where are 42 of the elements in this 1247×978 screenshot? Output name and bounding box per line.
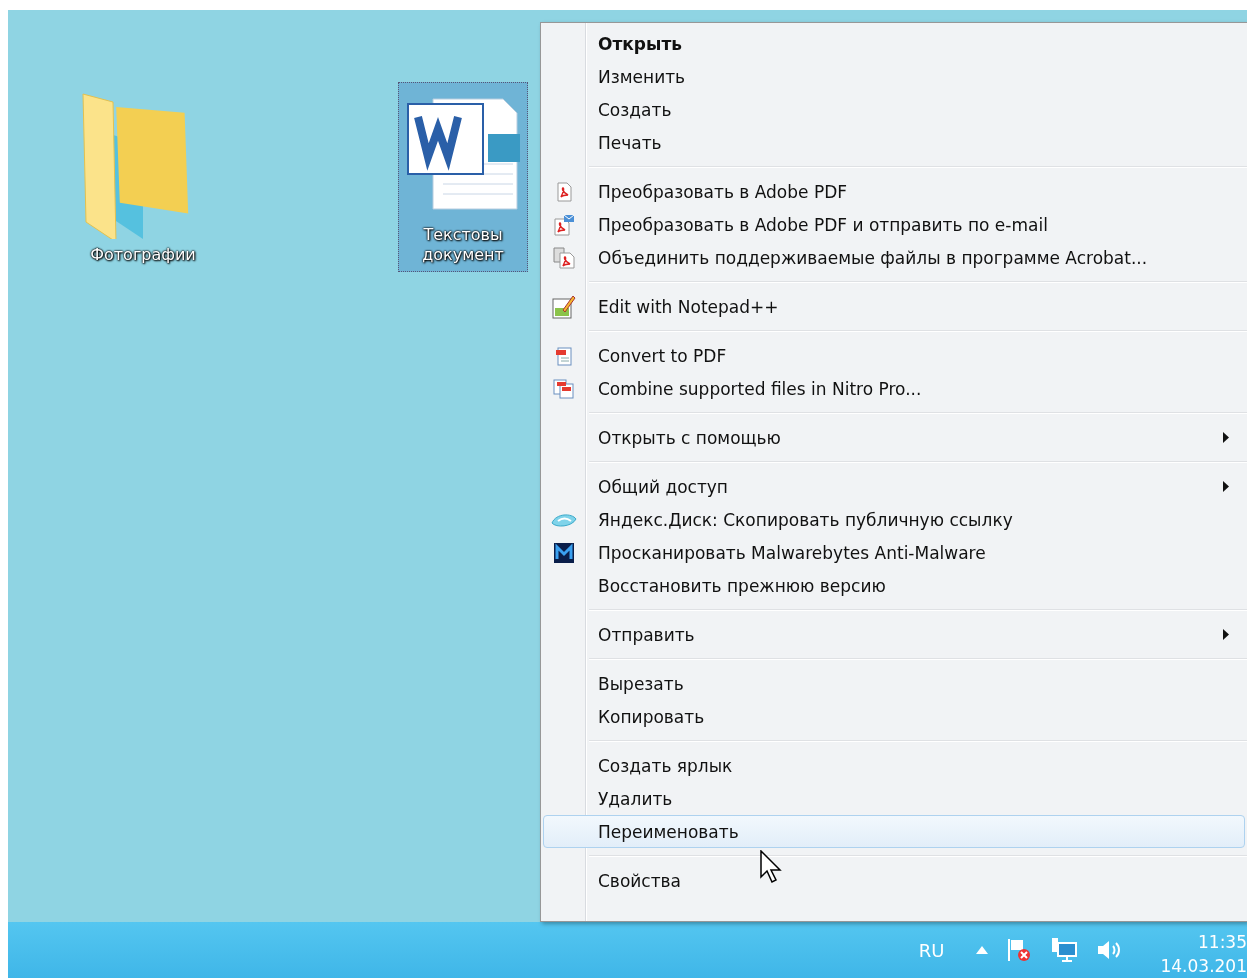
menu-item[interactable]: Изменить — [543, 60, 1245, 93]
menu-item[interactable]: Просканировать Malwarebytes Anti-Malware — [543, 536, 1245, 569]
menu-item[interactable]: Combine supported files in Nitro Pro... — [543, 372, 1245, 405]
pdf-document-icon — [554, 345, 574, 366]
speaker-icon[interactable] — [1096, 938, 1123, 962]
stacked-pdf-icon — [553, 246, 575, 269]
menu-item[interactable]: Преобразовать в Adobe PDF — [543, 175, 1245, 208]
menu-item[interactable]: Convert to PDF — [543, 339, 1245, 372]
menu-item[interactable]: Копировать — [543, 700, 1245, 733]
mouse-pointer-icon — [760, 850, 782, 884]
menu-item[interactable]: Отправить — [543, 618, 1245, 651]
up-triangle-icon[interactable] — [976, 946, 989, 954]
icon-label: Текстовы — [422, 225, 504, 245]
menu-item[interactable]: Создать — [543, 93, 1245, 126]
menu-item[interactable]: Вырезать — [543, 667, 1245, 700]
menu-item[interactable]: Удалить — [543, 782, 1245, 815]
menu-item[interactable]: Общий доступ — [543, 470, 1245, 503]
menu-item[interactable]: Объединить поддерживаемые файлы в программе Acrobat... — [543, 241, 1245, 274]
menu-item[interactable]: Свойства — [543, 864, 1245, 897]
m-logo-icon — [553, 541, 575, 564]
menu-item[interactable]: Яндекс.Диск: Скопировать публичную ссылку — [543, 503, 1245, 536]
submenu-arrow-icon — [1222, 431, 1230, 444]
flag-error-icon[interactable] — [1006, 937, 1033, 963]
submenu-arrow-icon — [1222, 480, 1230, 493]
pdf-document-icon — [555, 181, 573, 202]
icon-label: Фотографии — [90, 245, 196, 265]
menu-item[interactable]: Переименовать — [543, 815, 1245, 848]
menu-item[interactable]: Открыть — [543, 27, 1245, 60]
menu-item[interactable]: Открыть с помощью — [543, 421, 1245, 454]
menu-item[interactable]: Создать ярлык — [543, 749, 1245, 782]
menu-item[interactable]: Edit with Notepad++ — [543, 290, 1245, 323]
menu-item[interactable]: Печать — [543, 126, 1245, 159]
pdf-envelope-icon — [553, 213, 575, 236]
stacked-documents-icon — [553, 378, 575, 399]
icon-label: документ — [422, 245, 504, 265]
network-monitor-icon[interactable] — [1050, 937, 1079, 963]
clock-time: 11:35 — [1198, 931, 1247, 954]
menu-item[interactable]: Преобразовать в Adobe PDF и отправить по e-mail — [543, 208, 1245, 241]
submenu-arrow-icon — [1222, 628, 1230, 641]
clock-date: 14.03.201 — [1160, 955, 1247, 978]
menu-item[interactable]: Восстановить прежнюю версию — [543, 569, 1245, 602]
notepad-pencil-icon — [551, 293, 577, 320]
